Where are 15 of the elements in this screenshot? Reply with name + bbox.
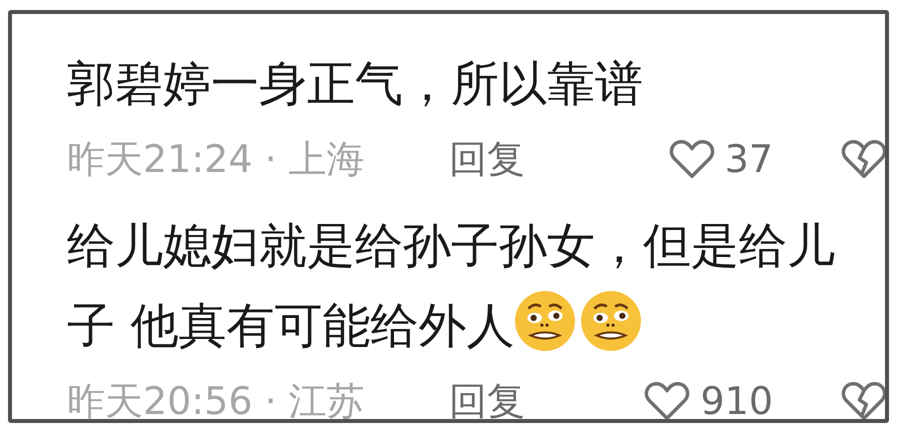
like-icon[interactable] [668,138,715,180]
like-count: 910 [700,379,773,419]
comment-text: 给儿媳妇就是给孙子孙女，但是给儿 [67,218,835,274]
comment-text: 子 他真有可能给外人 [67,298,514,354]
broken-heart-icon[interactable] [841,380,885,419]
grimace-emoji-icon [580,290,642,352]
like-icon[interactable] [644,380,690,419]
broken-heart-icon[interactable] [841,138,885,180]
reply-button[interactable]: 回复 [449,376,525,419]
time-location: 昨天21:24 · 上海 [67,136,366,182]
time-location: 昨天20:56 · 江苏 [67,378,366,419]
reply-button[interactable]: 回复 [449,134,525,184]
grimace-emoji-icon [514,290,576,352]
like-count: 37 [724,137,773,181]
comment-text: 郭碧婷一身正气，所以靠谱 [67,56,643,112]
